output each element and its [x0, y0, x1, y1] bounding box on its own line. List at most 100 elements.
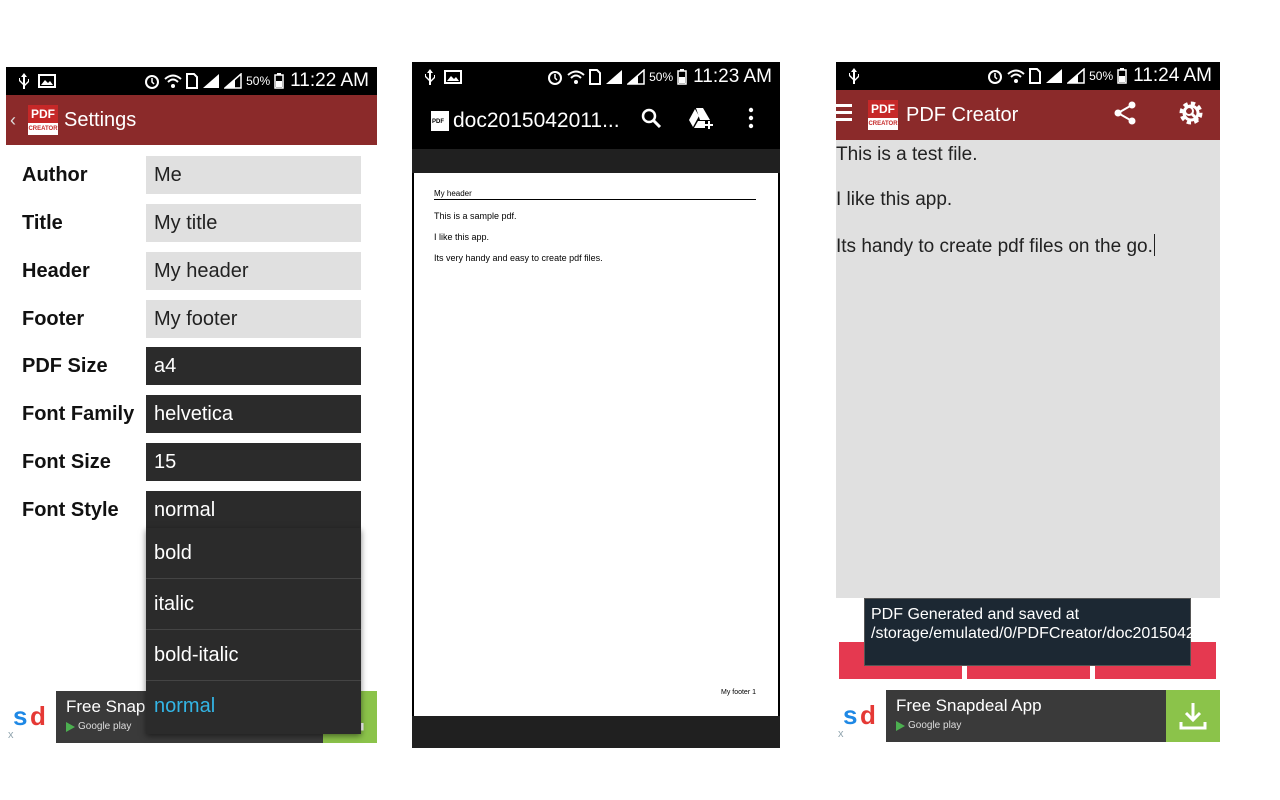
google-play-icon — [896, 720, 905, 731]
usb-icon — [424, 69, 436, 85]
google-play-badge: Google play — [66, 721, 131, 732]
ad-close-icon[interactable]: x — [838, 728, 844, 740]
pdf-header-rule — [434, 199, 756, 200]
title-field[interactable]: My title — [146, 204, 361, 242]
pdf-footer-text: My footer 1 — [720, 689, 756, 696]
usb-icon — [848, 68, 860, 84]
settings-gear-icon[interactable] — [1176, 98, 1206, 133]
document-text-editor[interactable]: This is a test file. I like this app. It… — [836, 140, 1220, 598]
pdf-header-text: My header — [434, 189, 472, 198]
editor-screen: 50% 11:24 AM PDF CREATOR PDF Creator Thi… — [836, 62, 1220, 744]
signal-icon — [1067, 68, 1085, 84]
font-family-select[interactable]: helvetica — [146, 395, 361, 433]
text-cursor — [1153, 234, 1155, 256]
wifi-icon — [164, 74, 182, 88]
share-icon[interactable] — [1112, 100, 1138, 131]
image-icon — [38, 74, 56, 88]
google-play-icon — [66, 721, 75, 732]
header-field[interactable]: My header — [146, 252, 361, 290]
pdf-viewer-screen: 50% 11:23 AM PDF doc2015042011... My hea… — [412, 62, 780, 748]
signal-icon — [627, 69, 645, 85]
app-title: PDF Creator — [906, 103, 1019, 126]
ad-title: Free Snapdeal App — [896, 696, 1042, 715]
setting-author: Author Me — [6, 156, 377, 194]
battery-icon — [274, 73, 284, 89]
usb-icon — [18, 73, 30, 89]
signal-icon — [605, 69, 623, 85]
viewer-bottom-bar — [412, 716, 780, 748]
search-icon[interactable] — [640, 107, 662, 134]
editor-line: This is a test file. — [836, 144, 978, 165]
ad-banner[interactable]: sd x Free Snapdeal App Google play — [836, 690, 1220, 742]
dropdown-option[interactable]: italic — [146, 579, 361, 630]
snapdeal-logo: sd x — [836, 690, 886, 742]
wifi-icon — [567, 70, 585, 84]
signal-icon — [202, 73, 220, 89]
snapdeal-logo: sd x — [6, 691, 56, 743]
setting-label: PDF Size — [22, 355, 108, 377]
status-time: 11:23 AM — [693, 66, 772, 87]
battery-percent: 50% — [649, 70, 674, 84]
image-icon — [444, 70, 462, 84]
status-bar: 50% 11:23 AM — [412, 62, 780, 92]
app-bar: ‹ PDF CREATOR Settings — [6, 95, 377, 145]
setting-label: Author — [22, 164, 88, 186]
dropdown-option-selected[interactable]: normal — [146, 681, 361, 732]
battery-icon — [677, 69, 687, 85]
alarm-icon — [547, 69, 563, 85]
setting-label: Footer — [22, 308, 85, 330]
signal-icon — [1045, 68, 1063, 84]
pdf-line: This is a sample pdf. — [434, 211, 517, 221]
pdf-creator-logo: PDF CREATOR — [28, 105, 58, 135]
pdf-creator-logo: PDF CREATOR — [868, 100, 898, 130]
setting-font-size: Font Size 15 — [6, 443, 377, 481]
pdf-line: I like this app. — [434, 232, 490, 242]
setting-label: Title — [22, 212, 63, 234]
sim-icon — [186, 73, 199, 89]
back-icon[interactable]: ‹ — [10, 110, 24, 131]
dropdown-option[interactable]: bold — [146, 528, 361, 579]
sim-icon — [1029, 68, 1042, 84]
viewer-app-bar: PDF doc2015042011... — [412, 92, 780, 149]
more-options-icon[interactable] — [748, 107, 754, 134]
status-bar: 50% 11:24 AM — [836, 62, 1220, 90]
sim-icon — [589, 69, 602, 85]
status-time: 11:22 AM — [290, 70, 369, 91]
setting-label: Header — [22, 260, 90, 282]
battery-percent: 50% — [246, 74, 271, 88]
pdf-line: Its very handy and easy to create pdf fi… — [434, 253, 603, 263]
font-style-dropdown: bold italic bold-italic normal — [146, 528, 361, 734]
download-icon[interactable] — [1166, 690, 1220, 742]
status-time: 11:24 AM — [1133, 65, 1212, 86]
setting-title: Title My title — [6, 204, 377, 242]
pdf-size-select[interactable]: a4 — [146, 347, 361, 385]
font-size-select[interactable]: 15 — [146, 443, 361, 481]
google-drive-add-icon[interactable] — [688, 106, 714, 135]
alarm-icon — [987, 68, 1003, 84]
battery-icon — [1117, 68, 1127, 84]
font-style-select[interactable]: normal — [146, 491, 361, 529]
dropdown-option[interactable]: bold-italic — [146, 630, 361, 681]
viewer-toolbar-band — [412, 149, 780, 173]
footer-field[interactable]: My footer — [146, 300, 361, 338]
setting-font-style: Font Style normal — [6, 491, 377, 529]
status-bar: 50% 11:22 AM — [6, 67, 377, 95]
signal-icon — [224, 73, 242, 89]
setting-label: Font Family — [22, 403, 135, 425]
pdf-page[interactable]: My header This is a sample pdf. I like t… — [414, 173, 778, 716]
google-play-badge: Google play — [896, 720, 961, 731]
setting-footer: Footer My footer — [6, 300, 377, 338]
menu-icon[interactable] — [836, 102, 854, 129]
ad-close-icon[interactable]: x — [8, 729, 14, 741]
battery-percent: 50% — [1089, 69, 1114, 83]
setting-pdf-size: PDF Size a4 — [6, 347, 377, 385]
editor-line: I like this app. — [836, 189, 953, 210]
screen-title: Settings — [64, 108, 137, 131]
ad-content[interactable]: Free Snapdeal App Google play — [886, 690, 1166, 742]
editor-line: Its handy to create pdf files on the go. — [836, 234, 1155, 257]
setting-label: Font Size — [22, 451, 111, 473]
setting-header: Header My header — [6, 252, 377, 290]
setting-font-family: Font Family helvetica — [6, 395, 377, 433]
author-field[interactable]: Me — [146, 156, 361, 194]
document-title: doc2015042011... — [453, 108, 620, 132]
